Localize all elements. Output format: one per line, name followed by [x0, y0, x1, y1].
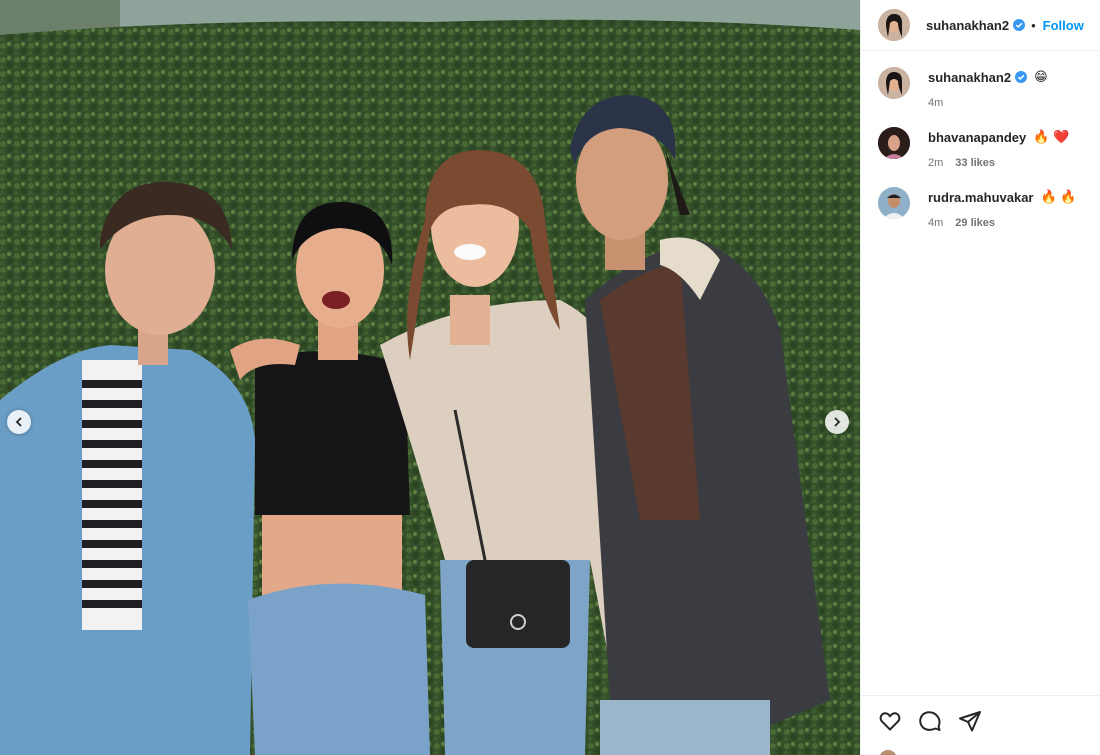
avatar-image: [878, 9, 910, 41]
comment-text: 🔥 ❤️: [1033, 129, 1070, 144]
comment-time[interactable]: 2m: [928, 157, 943, 169]
post-photo[interactable]: [0, 0, 860, 755]
follow-button[interactable]: Follow: [1043, 18, 1084, 33]
chevron-left-icon: [15, 417, 22, 427]
avatar-image: [878, 67, 910, 99]
comment-icon[interactable]: [918, 709, 942, 733]
previous-photo-button[interactable]: [7, 410, 31, 434]
action-bar: [861, 695, 1100, 755]
comment-username[interactable]: bhavanapandey: [928, 130, 1026, 145]
caption: suhanakhan2 😁 4m: [878, 67, 1100, 109]
caption-username[interactable]: suhanakhan2: [928, 70, 1011, 85]
comment-username[interactable]: rudra.mahuvakar: [928, 190, 1034, 205]
author-avatar[interactable]: [878, 9, 910, 41]
heart-icon[interactable]: [878, 709, 902, 733]
comment-avatar[interactable]: [878, 187, 910, 219]
share-icon[interactable]: [958, 709, 982, 733]
comment-avatar[interactable]: [878, 127, 910, 159]
comment-likes[interactable]: 29 likes: [955, 217, 995, 229]
comment-list: suhanakhan2 😁 4m bhavanapandey 🔥 ❤️ 2m 3…: [861, 51, 1100, 229]
separator-dot: •: [1031, 17, 1036, 33]
comment-item: bhavanapandey 🔥 ❤️ 2m 33 likes: [878, 127, 1100, 169]
author-username[interactable]: suhanakhan2: [926, 18, 1009, 33]
post-sidebar: suhanakhan2 • Follow suhanakhan2 😁 4m bh…: [860, 0, 1100, 755]
next-photo-button[interactable]: [825, 410, 849, 434]
comment-likes[interactable]: 33 likes: [955, 157, 995, 169]
chevron-right-icon: [834, 417, 841, 427]
comment-text: 🔥 🔥: [1040, 189, 1077, 204]
caption-avatar[interactable]: [878, 67, 910, 99]
avatar-image: [878, 187, 910, 219]
post-image: [0, 0, 860, 755]
comment-time[interactable]: 4m: [928, 217, 943, 229]
comment-item: rudra.mahuvakar 🔥 🔥 4m 29 likes: [878, 187, 1100, 229]
caption-time[interactable]: 4m: [928, 97, 943, 109]
caption-text: 😁: [1034, 69, 1048, 84]
verified-badge-icon: [1015, 71, 1028, 83]
avatar-image: [878, 127, 910, 159]
post-header: suhanakhan2 • Follow: [861, 0, 1100, 51]
verified-badge-icon: [1013, 19, 1026, 31]
